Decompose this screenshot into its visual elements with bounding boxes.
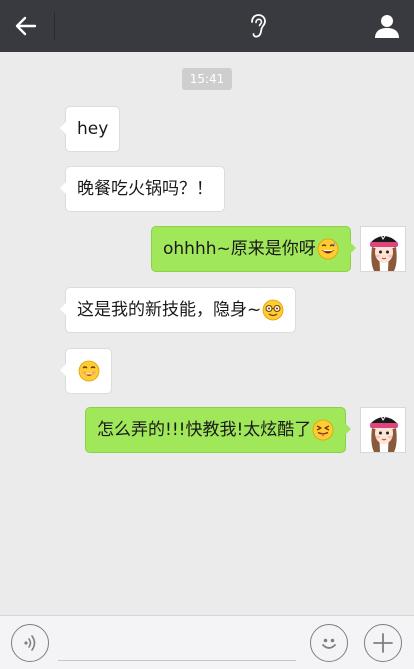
incoming-message[interactable]: 这是我的新技能，隐身~	[59, 287, 297, 333]
chat-area[interactable]: 15:41 hey 晚餐吃火锅吗？！ ohhhh~原来是你呀 这是我的新技能，隐…	[0, 52, 414, 615]
input-bar	[0, 615, 414, 669]
back-button[interactable]	[6, 6, 46, 46]
more-options-button[interactable]	[364, 624, 402, 662]
voice-input-button[interactable]	[11, 624, 49, 662]
voice-icon	[24, 635, 36, 651]
avatar-girl-icon	[361, 408, 405, 452]
my-avatar[interactable]	[360, 226, 406, 272]
profile-button[interactable]	[368, 8, 406, 44]
arrow-left-icon	[15, 16, 37, 36]
message-input[interactable]	[58, 660, 296, 661]
grinning-sweat-emoji-icon	[317, 238, 339, 260]
incoming-message[interactable]	[60, 348, 112, 394]
incoming-message[interactable]: hey	[59, 106, 121, 152]
message-text: 怎么弄的!!!快教我!太炫酷了	[97, 420, 312, 440]
message-text: ohhhh~原来是你呀	[163, 239, 316, 259]
header-divider	[54, 12, 55, 40]
emoji-button[interactable]	[310, 624, 348, 662]
incoming-message[interactable]: 晚餐吃火锅吗？！	[60, 166, 225, 212]
avatar-girl-icon	[361, 227, 405, 271]
message-text: 晚餐吃火锅吗？！	[77, 179, 213, 199]
tongue-out-emoji-icon	[312, 419, 334, 441]
smiley-face-icon	[322, 638, 336, 649]
smiling-emoji-icon	[78, 360, 100, 382]
earpiece-mode-button[interactable]	[240, 8, 276, 44]
message-text: 这是我的新技能，隐身~	[77, 300, 262, 320]
message-timestamp: 15:41	[182, 68, 232, 90]
outgoing-message[interactable]: 怎么弄的!!!快教我!太炫酷了	[85, 407, 352, 453]
person-icon	[375, 15, 399, 38]
nerd-face-emoji-icon	[262, 299, 284, 321]
ear-icon	[251, 14, 266, 38]
my-avatar[interactable]	[360, 407, 406, 453]
top-bar	[0, 0, 414, 52]
message-text: hey	[77, 119, 109, 139]
outgoing-message[interactable]: ohhhh~原来是你呀	[151, 226, 356, 272]
plus-icon	[373, 633, 393, 653]
